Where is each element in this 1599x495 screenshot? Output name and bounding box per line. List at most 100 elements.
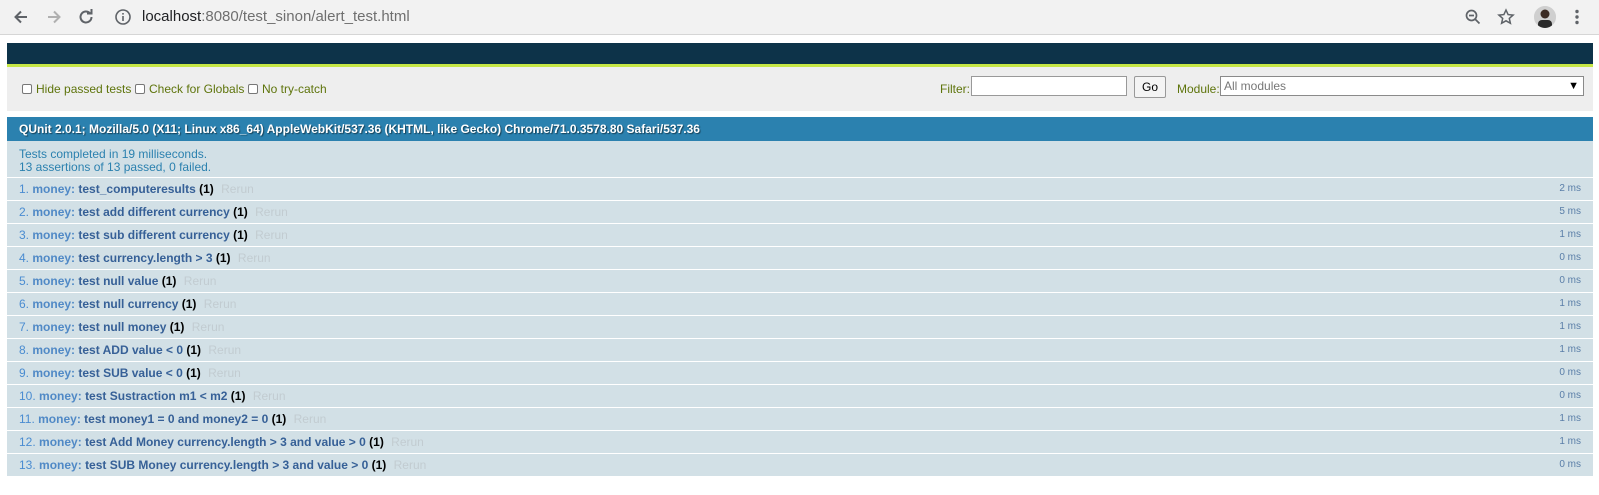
test-row[interactable]: 11. money: test money1 = 0 and money2 = …	[7, 408, 1593, 431]
url-host: localhost	[142, 8, 202, 25]
hide-passed-checkbox[interactable]: Hide passed tests	[22, 82, 131, 96]
test-runtime: 0 ms	[1559, 459, 1581, 470]
test-number: 8.	[19, 343, 30, 357]
test-runtime: 0 ms	[1559, 367, 1581, 378]
test-row[interactable]: 9. money: test SUB value < 0 (1) Rerun 0 …	[7, 362, 1593, 385]
test-runtime: 1 ms	[1559, 298, 1581, 309]
test-number: 13.	[19, 458, 36, 472]
test-module-name: money:	[32, 251, 76, 265]
test-name: test ADD value < 0	[78, 343, 183, 357]
rerun-link[interactable]: Rerun	[394, 458, 427, 472]
qunit-toolbar: Hide passed tests Check for Globals No t…	[7, 67, 1593, 111]
checkbox-box[interactable]	[135, 84, 145, 94]
test-row[interactable]: 8. money: test ADD value < 0 (1) Rerun 1 …	[7, 339, 1593, 362]
module-select[interactable]: All modules ▼	[1220, 76, 1584, 96]
test-name: test Add Money currency.length > 3 and v…	[85, 435, 366, 449]
test-row[interactable]: 4. money: test currency.length > 3 (1) R…	[7, 247, 1593, 270]
back-arrow-icon[interactable]	[10, 6, 32, 28]
test-module-name: money:	[32, 366, 76, 380]
test-assertion-count: (1)	[369, 435, 384, 449]
test-assertion-count: (1)	[181, 297, 197, 311]
rerun-link[interactable]: Rerun	[294, 412, 327, 426]
hide-passed-label: Hide passed tests	[36, 82, 132, 96]
dropdown-arrow-icon: ▼	[1568, 80, 1579, 92]
test-row[interactable]: 12. money: test Add Money currency.lengt…	[7, 431, 1593, 454]
test-assertion-count: (1)	[186, 366, 201, 380]
test-number: 1.	[19, 182, 30, 196]
test-assertion-count: (1)	[215, 251, 231, 265]
result-time-line: Tests completed in 19 milliseconds.	[19, 147, 208, 161]
test-number: 2.	[19, 205, 30, 219]
no-try-catch-label: No try-catch	[262, 82, 327, 96]
test-runtime: 2 ms	[1559, 183, 1581, 194]
test-assertion-count: (1)	[161, 274, 177, 288]
test-module-name: money:	[32, 343, 76, 357]
test-name: test add different currency	[78, 205, 230, 219]
test-module-name: money:	[39, 458, 82, 472]
test-row[interactable]: 13. money: test SUB Money currency.lengt…	[7, 454, 1593, 477]
rerun-link[interactable]: Rerun	[208, 366, 241, 380]
reload-icon[interactable]	[75, 6, 97, 28]
test-row[interactable]: 1. money: test_computeresults (1) Rerun 2…	[7, 178, 1593, 201]
test-runtime: 0 ms	[1559, 275, 1581, 286]
test-assertion-count: (1)	[169, 320, 185, 334]
checkbox-box[interactable]	[248, 84, 258, 94]
test-assertion-count: (1)	[233, 228, 248, 242]
rerun-link[interactable]: Rerun	[184, 274, 217, 288]
url-path: :8080/test_sinon/alert_test.html	[201, 8, 410, 25]
rerun-link[interactable]: Rerun	[253, 389, 286, 403]
filter-input[interactable]	[971, 76, 1127, 96]
profile-avatar[interactable]	[1534, 6, 1556, 28]
rerun-link[interactable]: Rerun	[255, 205, 288, 219]
test-module-name: money:	[32, 228, 76, 242]
go-button[interactable]: Go	[1134, 76, 1166, 98]
kebab-menu-icon[interactable]	[1566, 6, 1588, 28]
zoom-out-icon[interactable]	[1462, 6, 1484, 28]
test-name: test Sustraction m1 < m2	[85, 389, 228, 403]
test-number: 4.	[19, 251, 30, 265]
checkbox-box[interactable]	[22, 84, 32, 94]
test-runtime: 0 ms	[1559, 252, 1581, 263]
rerun-link[interactable]: Rerun	[221, 182, 254, 196]
test-number: 9.	[19, 366, 30, 380]
test-row[interactable]: 5. money: test null value (1) Rerun 0 ms	[7, 270, 1593, 293]
rerun-link[interactable]: Rerun	[255, 228, 288, 242]
test-module-name: money:	[38, 412, 81, 426]
test-name: test SUB Money currency.length > 3 and v…	[85, 458, 369, 472]
test-row[interactable]: 3. money: test sub different currency (1…	[7, 224, 1593, 247]
test-runtime: 1 ms	[1559, 413, 1581, 424]
no-try-catch-checkbox[interactable]: No try-catch	[248, 82, 327, 96]
test-assertion-count: (1)	[271, 412, 287, 426]
test-row[interactable]: 10. money: test Sustraction m1 < m2 (1) …	[7, 385, 1593, 408]
test-assertion-count: (1)	[371, 458, 387, 472]
test-module-name: money:	[39, 389, 82, 403]
test-number: 7.	[19, 320, 30, 334]
test-module-name: money:	[39, 435, 82, 449]
test-name: test_computeresults	[78, 182, 196, 196]
test-name: test null currency	[78, 297, 179, 311]
rerun-link[interactable]: Rerun	[208, 343, 241, 357]
test-name: test SUB value < 0	[78, 366, 183, 380]
test-runtime: 1 ms	[1559, 436, 1581, 447]
test-row[interactable]: 6. money: test null currency (1) Rerun 1 …	[7, 293, 1593, 316]
site-info-icon[interactable]	[114, 8, 132, 26]
test-number: 11.	[19, 412, 35, 426]
test-runtime: 1 ms	[1559, 344, 1581, 355]
test-row[interactable]: 2. money: test add different currency (1…	[7, 201, 1593, 224]
test-name: test null value	[78, 274, 159, 288]
rerun-link[interactable]: Rerun	[204, 297, 237, 311]
check-globals-checkbox[interactable]: Check for Globals	[135, 82, 244, 96]
test-number: 5.	[19, 274, 30, 288]
forward-arrow-icon[interactable]	[43, 6, 65, 28]
rerun-link[interactable]: Rerun	[238, 251, 271, 265]
rerun-link[interactable]: Rerun	[391, 435, 424, 449]
test-row[interactable]: 7. money: test null money (1) Rerun 1 ms	[7, 316, 1593, 339]
test-runtime: 1 ms	[1559, 229, 1581, 240]
test-module-name: money:	[32, 274, 76, 288]
test-runtime: 0 ms	[1559, 390, 1581, 401]
address-bar[interactable]: localhost:8080/test_sinon/alert_test.htm…	[142, 8, 410, 26]
bookmark-star-icon[interactable]	[1495, 6, 1517, 28]
test-runtime: 5 ms	[1559, 206, 1581, 217]
rerun-link[interactable]: Rerun	[192, 320, 225, 334]
test-assertion-count: (1)	[230, 389, 246, 403]
